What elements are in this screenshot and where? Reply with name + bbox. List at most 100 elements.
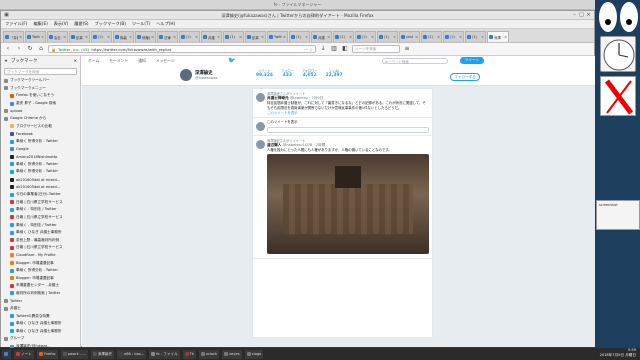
twitter-bird-icon[interactable]: 🐦 <box>228 57 235 64</box>
url-bar[interactable]: 🔒 Twitter, Inc. (US) https://twitter.com… <box>48 45 316 53</box>
taskbar-item-10[interactable]: xlogo <box>244 349 264 359</box>
tab-6[interactable]: 債権者× <box>135 31 156 42</box>
tab-close-icon[interactable]: × <box>195 35 198 39</box>
tab-close-icon[interactable]: × <box>504 35 507 39</box>
tab-2[interactable]: 会社 × <box>47 31 68 42</box>
taskbar-item-1[interactable]: ノート <box>14 349 34 359</box>
tweet-1[interactable]: 深澤諭史さんがリツイート 弁護士神崎元 @lawkenz・7月9日 特定民間弁護… <box>253 89 432 119</box>
tab-10[interactable]: (1) × <box>223 31 244 42</box>
tab-9[interactable]: 弁護 × <box>201 31 222 42</box>
tab-7[interactable]: 法律 × <box>157 31 178 42</box>
forward-icon[interactable]: › <box>15 45 23 53</box>
maximize-icon[interactable]: □ <box>578 12 585 18</box>
tweet-avatar[interactable] <box>256 93 265 102</box>
tab-close-icon[interactable]: × <box>349 35 352 39</box>
stat-tweets[interactable]: ツイート 99,324 <box>256 68 273 78</box>
search-box[interactable]: ページを検索 <box>352 45 400 53</box>
tab-close-icon[interactable]: × <box>283 35 286 39</box>
bookmark-item[interactable]: Facebook <box>1 130 80 138</box>
tab-close-icon[interactable]: × <box>63 35 66 39</box>
nav-moments[interactable]: モーメント <box>109 58 128 64</box>
tweet-button[interactable]: ツイート <box>460 57 484 64</box>
tab-3[interactable]: 記事 × <box>69 31 90 42</box>
taskbar-clock[interactable]: 5:59 2018年7月9日 月曜日 <box>600 348 636 358</box>
tweet-3[interactable]: 深澤諭史さんがリツイート 渡辺輝人 @nabeteru1Q78・2時間 人権を扱… <box>253 136 432 260</box>
twitter-search-input[interactable]: キーワード検索 <box>382 58 448 64</box>
tab-22[interactable]: 深澤 × <box>487 31 509 42</box>
screenshot-window[interactable]: screenshot <box>596 200 640 230</box>
bookmark-item[interactable]: Cloudflare - My Profile <box>1 252 80 260</box>
menu-bookmarks[interactable]: ブックマーク(B) <box>95 21 126 27</box>
tab-close-icon[interactable]: × <box>173 35 176 39</box>
tab-close-icon[interactable]: × <box>371 35 374 39</box>
back-icon[interactable]: ‹ <box>4 45 12 53</box>
show-thread-link[interactable]: このツイートを表示 <box>267 110 429 115</box>
sidebar-toggle-icon[interactable]: ◧ <box>341 45 349 53</box>
taskbar-item-3[interactable]: pwork - ... <box>60 349 88 359</box>
tab-close-icon[interactable]: × <box>459 35 462 39</box>
menu-history[interactable]: 履歴(S) <box>74 21 88 27</box>
bookmark-item[interactable]: 奉納く ひなぎ 弁護士事務所 <box>1 320 80 328</box>
home-icon[interactable]: ⌂ <box>37 45 45 53</box>
tweet-avatar[interactable] <box>256 139 265 149</box>
bookmark-item[interactable]: Blogger: 市場重要記事 <box>1 274 80 282</box>
sidebar-title[interactable]: ブックマーク <box>11 58 37 64</box>
menu-help[interactable]: ヘルプ(H) <box>156 21 175 27</box>
hamburger-menu-icon[interactable]: ≡ <box>403 45 411 53</box>
tab-12[interactable]: Twitter× <box>267 31 288 42</box>
bookmark-item[interactable]: 奉納く ひなぎ 弁護士事務所 <box>1 229 80 237</box>
page-actions-icon[interactable]: ··· ☆ <box>304 47 313 52</box>
tab-close-icon[interactable]: × <box>437 35 440 39</box>
stat-followers[interactable]: フォロワー 4,052 <box>302 68 318 78</box>
tab-close-icon[interactable]: × <box>217 35 220 39</box>
tweet-avatar[interactable] <box>256 122 265 132</box>
bookmark-item[interactable]: 奉納く 所得分析 - Twitter <box>1 161 80 169</box>
tab-close-icon[interactable]: × <box>129 35 132 39</box>
menu-file[interactable]: ファイル(F) <box>5 21 27 27</box>
xlogo-window[interactable] <box>600 76 636 116</box>
tab-close-icon[interactable]: × <box>327 35 330 39</box>
tab-14[interactable]: 弁護 × <box>311 31 332 42</box>
bookmark-item[interactable]: Google <box>1 145 80 153</box>
tab-13[interactable]: (1) × <box>289 31 310 42</box>
tab-17[interactable]: (1) × <box>377 31 398 42</box>
profile-avatar[interactable] <box>180 69 192 81</box>
tab-8[interactable]: (1) × <box>179 31 200 42</box>
bookmark-item[interactable]: ブログサービスの比較 <box>1 123 80 131</box>
bookmark-item[interactable]: Firefox を使いこなそう <box>1 92 80 100</box>
bookmark-item[interactable]: 裁判所の判例検索 | Twitter <box>1 290 80 298</box>
bookmark-item[interactable]: ブックマークツールバー <box>1 77 80 85</box>
taskbar-item-9[interactable]: xeyes <box>222 349 242 359</box>
library-icon[interactable]: ▥ <box>330 45 338 53</box>
tab-18[interactable]: yesf × <box>399 31 420 42</box>
menu-tools[interactable]: ツール(T) <box>132 21 150 27</box>
bookmark-item[interactable]: Amano2018Nishimotto <box>1 153 80 161</box>
bookmark-item[interactable]: 奉納く 所得分析 - Twitter <box>1 168 80 176</box>
menu-edit[interactable]: 編集(E) <box>33 21 47 27</box>
bookmark-item[interactable]: Blogger: 市場重要記事 <box>1 259 80 267</box>
bookmark-item[interactable]: 日報 | 石川県立学校サービス <box>1 244 80 252</box>
tab-close-icon[interactable]: × <box>239 35 242 39</box>
reload-icon[interactable]: ↻ <box>26 45 34 53</box>
stat-following[interactable]: フォロー 433 <box>281 68 294 78</box>
tab-15[interactable]: (1) × <box>333 31 354 42</box>
taskbar-item-5[interactable]: e66 : bas... <box>117 349 147 359</box>
bookmark-item[interactable]: 市場重要センター - 弁護士 <box>1 282 80 290</box>
bookmark-item[interactable]: ak201605dat at mixed... <box>1 176 80 184</box>
bookmark-item[interactable]: 奉納く 所得分析 - Twitter <box>1 267 80 275</box>
stat-likes[interactable]: いいね 22,397 <box>326 68 343 78</box>
quoted-tweet[interactable] <box>267 126 429 133</box>
nav-home[interactable]: ホーム <box>88 58 99 64</box>
taskbar-item-2[interactable]: Firefox <box>36 349 58 359</box>
nav-messages[interactable]: メッセージ <box>156 58 175 64</box>
xclock-window[interactable] <box>600 36 636 72</box>
bookmark-item[interactable]: ak201605dat at mixed... <box>1 183 80 191</box>
tab-21[interactable]: (1) × <box>465 31 486 42</box>
tab-4[interactable]: (1) × <box>91 31 112 42</box>
tab-close-icon[interactable]: × <box>85 35 88 39</box>
tab-0[interactable]: 「弁護士× <box>3 31 24 42</box>
bookmark-item[interactable]: 今日の事業者(日分)-Twitter <box>1 191 80 199</box>
bookmark-item[interactable]: 激安 昇子 - Google 検索 <box>1 100 80 108</box>
taskbar-item-6[interactable]: fe - ファイル <box>149 349 180 359</box>
tweet-photo[interactable] <box>267 154 429 255</box>
